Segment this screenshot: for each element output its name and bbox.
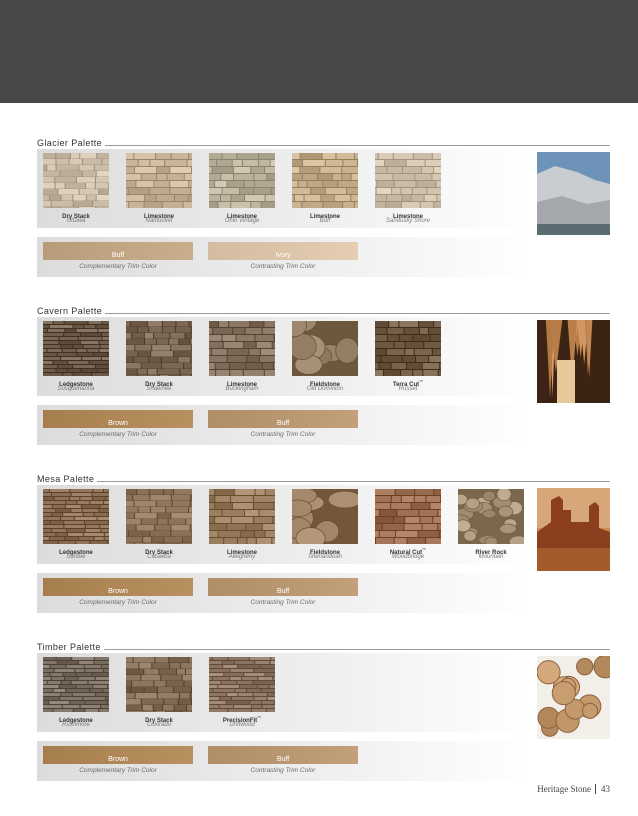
section-divider — [37, 313, 610, 314]
stone-color-name: Santee — [66, 554, 86, 560]
palette-photo — [537, 152, 610, 235]
stone-swatch — [292, 153, 358, 208]
complementary-trim-label: Brown — [108, 756, 128, 763]
footer-divider — [595, 784, 596, 794]
palette-section: Timber Palette Ledgestone Rushmore Dry Sta… — [37, 641, 610, 801]
stone-swatch — [292, 321, 358, 376]
stone-color-name: Buckingham — [225, 386, 259, 392]
stone-color-name: Woodbridge — [391, 554, 425, 560]
stone-color-name: Ottawa — [66, 218, 86, 224]
stone-swatch — [209, 657, 275, 712]
complementary-trim-label: Brown — [108, 588, 128, 595]
complementary-trim-caption: Complementary Trim Color — [79, 263, 157, 270]
stone-color-name: Nantucket — [145, 218, 173, 224]
section-divider — [37, 481, 610, 482]
contrasting-trim-label: Buff — [276, 588, 290, 595]
palette-photo — [537, 656, 610, 739]
stone-color-name: Shenandoah — [307, 554, 343, 560]
stone-color-name: Driftwood — [229, 722, 255, 728]
stone-color-name: Catawba — [147, 554, 171, 560]
complementary-trim-caption: Complementary Trim Color — [79, 767, 157, 774]
trademark-mark: ™ — [257, 715, 262, 720]
trademark-mark: ™ — [422, 547, 427, 552]
stone-color-name: Susquehanna — [57, 386, 95, 392]
stone-color-name: Buff — [319, 218, 331, 224]
section-divider — [37, 145, 610, 146]
contrasting-trim-label: Buff — [276, 420, 290, 427]
palette-section: Glacier Palette Dry Stack Ottawa Limestone… — [37, 137, 610, 297]
contrasting-trim-caption: Contrasting Trim Color — [250, 431, 316, 438]
stone-color-name: Russet — [398, 386, 418, 392]
palette-title: Glacier Palette — [37, 137, 106, 149]
palette-title: Cavern Palette — [37, 305, 106, 317]
stone-swatch — [209, 153, 275, 208]
palette-photo — [537, 320, 610, 403]
stone-swatch — [375, 489, 441, 544]
trademark-mark: ™ — [419, 379, 424, 384]
palette-section: Cavern Palette Ledgestone Susquehanna Dry … — [37, 305, 610, 465]
section-divider — [37, 649, 610, 650]
complementary-trim-caption: Complementary Trim Color — [79, 431, 157, 438]
stone-swatch — [209, 489, 275, 544]
page-footer: Heritage Stone 43 — [500, 783, 610, 797]
complementary-trim-label: Buff — [111, 252, 125, 259]
complementary-trim-label: Brown — [108, 420, 128, 427]
stone-color-name: Old Dominion — [306, 386, 344, 392]
stone-color-name: Rushmore — [62, 722, 90, 728]
stone-swatch — [126, 321, 192, 376]
stone-swatch — [43, 657, 109, 712]
palette-title: Mesa Palette — [37, 473, 98, 485]
stone-swatch — [375, 153, 441, 208]
stone-color-name: Shawnee — [146, 386, 172, 392]
stone-color-name: Mountain — [478, 554, 504, 560]
stone-swatch — [126, 153, 192, 208]
stone-swatch — [43, 489, 109, 544]
stone-color-name: Ohio Vintage — [224, 218, 260, 224]
palette-photo — [537, 488, 610, 571]
stone-swatch — [43, 153, 109, 208]
contrasting-trim-caption: Contrasting Trim Color — [250, 599, 316, 606]
palette-section: Mesa Palette Ledgestone Santee Dry Stack Ca… — [37, 473, 610, 633]
stone-color-name: Allegheny — [228, 554, 256, 560]
stone-swatch — [375, 321, 441, 376]
stone-swatch — [126, 489, 192, 544]
stone-swatch — [43, 321, 109, 376]
page-number: 43 — [601, 784, 610, 794]
contrasting-trim-label: Ivory — [275, 252, 291, 259]
stone-swatch — [458, 489, 524, 544]
complementary-trim-caption: Complementary Trim Color — [79, 599, 157, 606]
stone-swatch — [126, 657, 192, 712]
stone-color-name: Colorado — [146, 722, 172, 728]
contrasting-trim-caption: Contrasting Trim Color — [250, 263, 316, 270]
stone-color-name: Sandusky Shore — [385, 218, 431, 224]
stone-swatch — [292, 489, 358, 544]
stone-swatch — [209, 321, 275, 376]
palette-title: Timber Palette — [37, 641, 104, 653]
contrasting-trim-label: Buff — [276, 756, 290, 763]
header-band — [0, 0, 638, 103]
footer-brand: Heritage Stone — [537, 784, 591, 794]
contrasting-trim-caption: Contrasting Trim Color — [250, 767, 316, 774]
